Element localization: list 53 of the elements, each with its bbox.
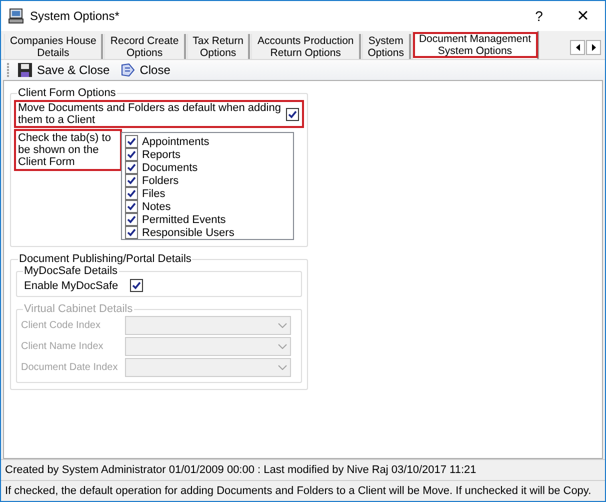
status-text: If checked, the default operation for adding Documents and Folders to a Client will be Move. If unchecked it will be Copy.	[5, 485, 592, 497]
option-label: Move Documents and Folders as default when adding them to a Client	[18, 102, 282, 126]
tab[interactable]: Record Create Options	[104, 34, 186, 59]
group-title: Document Publishing/Portal Details	[18, 253, 192, 265]
tab[interactable]: Tax Return Options	[186, 34, 250, 59]
scroll-left-button[interactable]	[570, 40, 585, 55]
list-item[interactable]: Appointments	[142, 136, 210, 148]
list-item[interactable]: Responsible Users	[142, 226, 234, 238]
checkbox[interactable]	[130, 279, 144, 292]
field-label: Document Date Index	[21, 362, 119, 373]
checkbox[interactable]	[125, 148, 138, 161]
checkbox[interactable]	[125, 200, 138, 213]
window-title: System Options*	[30, 9, 120, 23]
checkbox[interactable]	[125, 213, 138, 226]
help-button[interactable]: ?	[517, 1, 561, 31]
checkbox[interactable]	[125, 174, 138, 187]
status-text: Created by System Administrator 01/01/2009 00:00 : Last modified by Nive Raj 03/10/2017 11:21	[5, 464, 476, 476]
tab[interactable]: System Options	[362, 34, 411, 59]
dropdown-field[interactable]	[125, 358, 291, 377]
checkbox[interactable]	[125, 135, 138, 148]
option-label: Enable MyDocSafe	[24, 280, 118, 292]
close-icon	[120, 62, 136, 78]
triangle-left-icon	[576, 44, 580, 51]
field-label: Client Code Index	[21, 320, 102, 331]
list-item[interactable]: Files	[142, 188, 166, 200]
chevron-down-icon	[278, 365, 287, 370]
checkbox[interactable]	[125, 226, 138, 239]
checkbox[interactable]	[286, 108, 299, 120]
list-item[interactable]: Notes	[142, 200, 171, 212]
computer-icon	[8, 8, 24, 24]
option-label: Check the tab(s) to be shown on the Client Form	[15, 130, 121, 170]
list-item[interactable]: Permitted Events	[142, 214, 226, 226]
tab[interactable]: Companies House Details	[4, 34, 104, 59]
tab[interactable]: Document Management System Options	[412, 31, 540, 59]
close-button[interactable]: ×	[561, 1, 605, 31]
group-title: MyDocSafe Details	[23, 265, 119, 277]
group-title: Client Form Options	[17, 87, 117, 99]
dropdown-field[interactable]	[125, 316, 291, 335]
list-item[interactable]: Documents	[142, 162, 198, 174]
field-label: Client Name Index	[21, 341, 104, 352]
list-item[interactable]: Reports	[142, 148, 181, 160]
tab[interactable]: Accounts Production Return Options	[251, 34, 361, 59]
chevron-down-icon	[278, 323, 287, 328]
checkbox[interactable]	[125, 187, 138, 200]
close-toolbar-button[interactable]: Close	[118, 62, 172, 78]
save-close-button[interactable]: Save & Close	[15, 62, 112, 78]
group-title: Virtual Cabinet Details	[23, 303, 134, 315]
checkbox[interactable]	[125, 161, 138, 174]
chevron-down-icon	[278, 344, 287, 349]
scroll-right-button[interactable]	[586, 40, 601, 55]
triangle-right-icon	[592, 44, 596, 51]
dropdown-field[interactable]	[125, 337, 291, 356]
list-item[interactable]: Folders	[142, 174, 179, 186]
